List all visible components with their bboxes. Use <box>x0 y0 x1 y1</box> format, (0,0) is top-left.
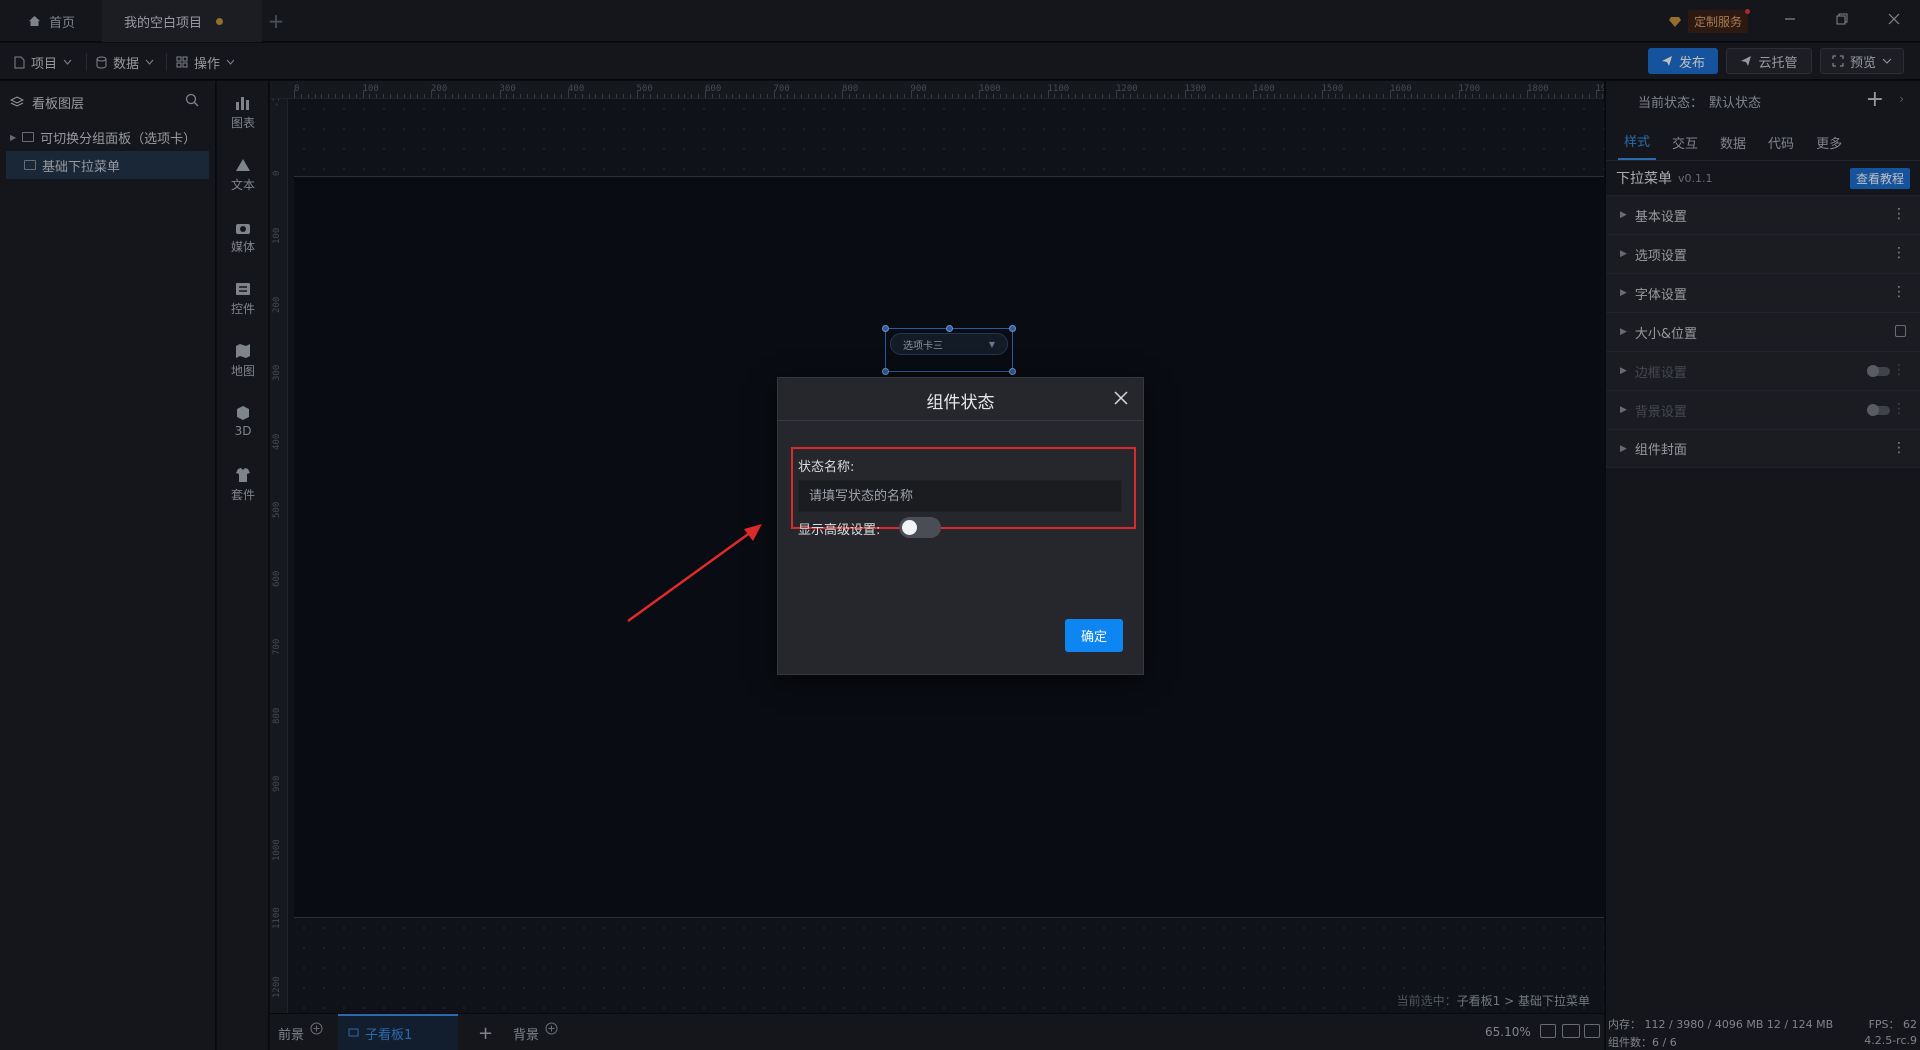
dialog-title: 组件状态 <box>926 393 995 413</box>
component-state-dialog: 组件状态 状态名称: 显示高级设置: 确定 <box>777 377 1144 675</box>
confirm-button[interactable]: 确定 <box>1065 619 1123 652</box>
advanced-settings-label: 显示高级设置: <box>798 523 881 538</box>
state-name-input[interactable] <box>798 480 1122 512</box>
advanced-settings-toggle[interactable] <box>899 517 941 538</box>
annotation-arrow <box>627 524 762 623</box>
dialog-header: 组件状态 <box>778 378 1143 421</box>
state-name-label: 状态名称: <box>798 460 855 475</box>
close-icon[interactable] <box>1111 388 1131 408</box>
